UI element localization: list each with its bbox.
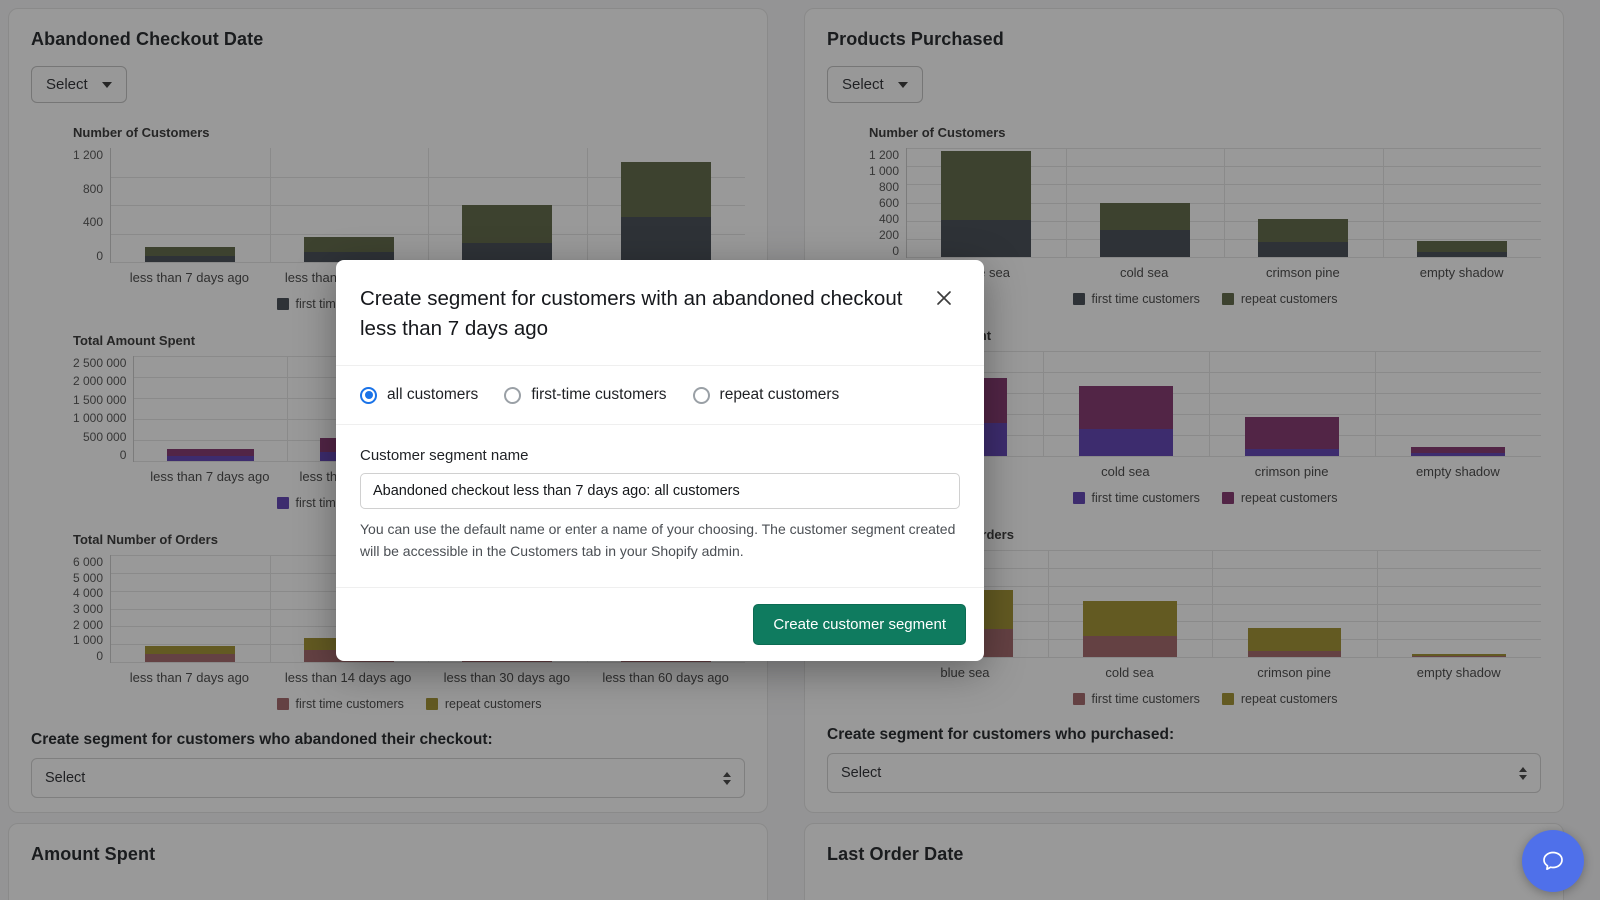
modal-header: Create segment for customers with an aba… [336,260,984,367]
modal-title: Create segment for customers with an aba… [360,287,903,340]
modal-body: Customer segment name You can use the de… [336,425,984,588]
create-customer-segment-button[interactable]: Create customer segment [753,603,966,645]
segment-name-label: Customer segment name [360,447,529,465]
radio-label-first-time-customers: first-time customers [531,386,667,404]
radio-option-first-time-customers[interactable]: first-time customers [504,386,667,404]
segment-name-help-text: You can use the default name or enter a … [360,521,956,560]
radio-label-repeat-customers: repeat customers [719,386,840,404]
radio-option-all-customers[interactable]: all customers [360,386,478,404]
close-icon[interactable] [930,284,958,312]
radio-indicator-repeat-customers[interactable] [692,386,710,404]
radio-label-all-customers: all customers [387,386,479,404]
radio-option-repeat-customers[interactable]: repeat customers [692,386,840,404]
segment-name-input[interactable] [360,473,960,510]
customer-type-radio-group: all customers first-time customers repea… [336,366,984,426]
radio-indicator-all-customers[interactable] [360,386,377,404]
radio-indicator-first-time-customers[interactable] [504,386,522,404]
app-root: Abandoned Checkout Date Select Number of… [0,0,1600,900]
modal-footer: Create customer segment [336,588,984,661]
chat-support-button[interactable] [1522,830,1584,892]
chat-bubble-icon [1543,851,1563,871]
create-segment-modal: Create segment for customers with an aba… [336,260,984,661]
